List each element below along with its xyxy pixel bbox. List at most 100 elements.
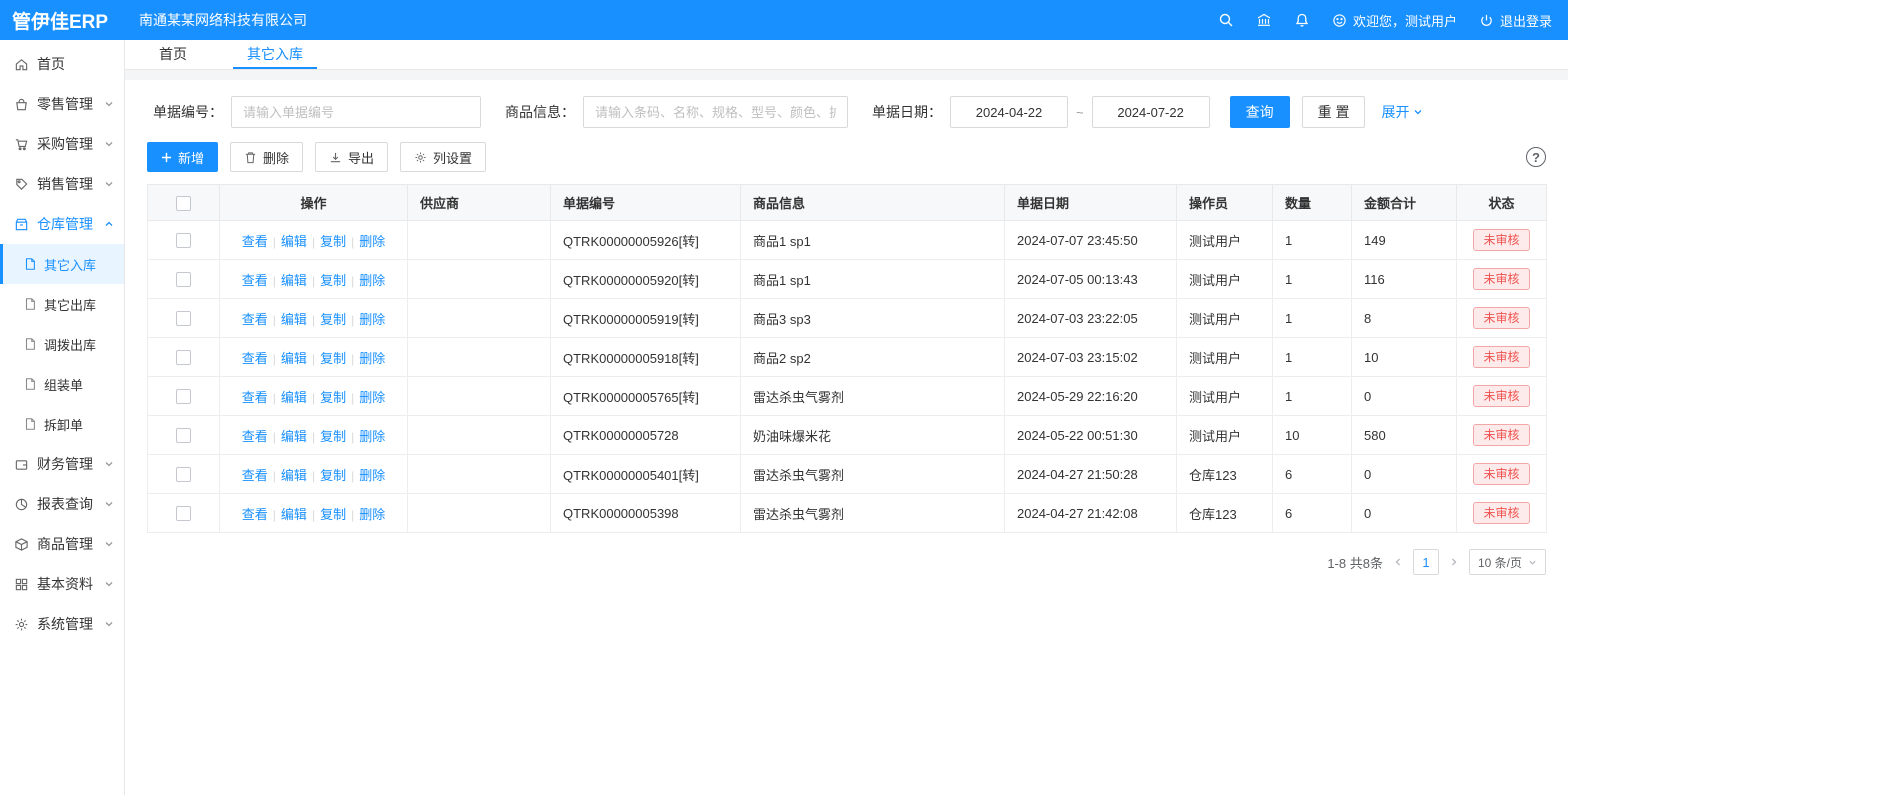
- chevron-down-icon: [104, 499, 114, 509]
- edit-link[interactable]: 编辑: [281, 507, 307, 522]
- gear-icon: [414, 151, 427, 164]
- edit-link[interactable]: 编辑: [281, 312, 307, 327]
- document-icon: [23, 417, 37, 431]
- copy-link[interactable]: 复制: [320, 429, 346, 444]
- search-button[interactable]: 查询: [1230, 96, 1290, 128]
- column-settings-button[interactable]: 列设置: [400, 142, 486, 172]
- sidebar-item-retail[interactable]: 零售管理: [0, 84, 124, 124]
- tab-other-inbound[interactable]: 其它入库: [233, 40, 317, 69]
- edit-link[interactable]: 编辑: [281, 390, 307, 405]
- qty-cell: 1: [1273, 377, 1352, 416]
- view-link[interactable]: 查看: [242, 351, 268, 366]
- help-icon[interactable]: ?: [1526, 147, 1546, 167]
- row-checkbox[interactable]: [176, 506, 191, 521]
- row-delete-link[interactable]: 删除: [359, 468, 385, 483]
- logout-button[interactable]: 退出登录: [1479, 11, 1552, 30]
- sidebar-item-reports[interactable]: 报表查询: [0, 484, 124, 524]
- edit-link[interactable]: 编辑: [281, 234, 307, 249]
- date-start-input[interactable]: [950, 96, 1068, 128]
- row-delete-link[interactable]: 删除: [359, 429, 385, 444]
- tab-bar: 首页 其它入库: [125, 40, 1568, 70]
- edit-link[interactable]: 编辑: [281, 351, 307, 366]
- row-delete-link[interactable]: 删除: [359, 507, 385, 522]
- expand-link[interactable]: 展开: [1381, 102, 1423, 122]
- edit-link[interactable]: 编辑: [281, 273, 307, 288]
- edit-link[interactable]: 编辑: [281, 468, 307, 483]
- operator-cell: 测试用户: [1177, 338, 1273, 377]
- row-delete-link[interactable]: 删除: [359, 390, 385, 405]
- view-link[interactable]: 查看: [242, 507, 268, 522]
- chevron-up-icon: [104, 219, 114, 229]
- sidebar-item-basic-data[interactable]: 基本资料: [0, 564, 124, 604]
- product-cell: 商品1 sp1: [741, 260, 1005, 299]
- view-link[interactable]: 查看: [242, 390, 268, 405]
- action-separator: |: [273, 235, 276, 249]
- export-icon: [329, 151, 342, 164]
- row-delete-link[interactable]: 删除: [359, 351, 385, 366]
- sidebar-item-other-outbound[interactable]: 其它出库: [0, 284, 124, 324]
- row-checkbox[interactable]: [176, 272, 191, 287]
- select-all-checkbox[interactable]: [176, 196, 191, 211]
- row-checkbox[interactable]: [176, 428, 191, 443]
- row-delete-link[interactable]: 删除: [359, 273, 385, 288]
- sidebar-item-label: 首页: [37, 54, 65, 74]
- product-info-input[interactable]: [583, 96, 848, 128]
- sidebar-item-home[interactable]: 首页: [0, 44, 124, 84]
- row-checkbox[interactable]: [176, 233, 191, 248]
- home-icon: [14, 57, 29, 72]
- reset-button[interactable]: 重 置: [1302, 96, 1366, 128]
- sidebar-item-warehouse[interactable]: 仓库管理: [0, 204, 124, 244]
- search-icon[interactable]: [1218, 12, 1234, 28]
- row-checkbox[interactable]: [176, 389, 191, 404]
- bell-icon[interactable]: [1294, 12, 1310, 28]
- sidebar-item-assembly[interactable]: 组装单: [0, 364, 124, 404]
- sidebar-item-system[interactable]: 系统管理: [0, 604, 124, 644]
- sidebar-item-sales[interactable]: 销售管理: [0, 164, 124, 204]
- bill-no-input[interactable]: [231, 96, 481, 128]
- bank-icon[interactable]: [1256, 12, 1272, 28]
- view-link[interactable]: 查看: [242, 468, 268, 483]
- sidebar-item-finance[interactable]: 财务管理: [0, 444, 124, 484]
- supplier-cell: [408, 416, 551, 455]
- add-label: 新增: [178, 148, 204, 167]
- add-button[interactable]: 新增: [147, 142, 218, 172]
- view-link[interactable]: 查看: [242, 234, 268, 249]
- sidebar-item-purchase[interactable]: 采购管理: [0, 124, 124, 164]
- tab-home[interactable]: 首页: [157, 40, 189, 69]
- copy-link[interactable]: 复制: [320, 507, 346, 522]
- page-size-select[interactable]: 10 条/页: [1469, 549, 1546, 575]
- copy-link[interactable]: 复制: [320, 351, 346, 366]
- copy-link[interactable]: 复制: [320, 234, 346, 249]
- copy-link[interactable]: 复制: [320, 312, 346, 327]
- col-header-product: 商品信息: [741, 185, 1005, 221]
- current-page[interactable]: 1: [1413, 549, 1439, 575]
- date-end-input[interactable]: [1092, 96, 1210, 128]
- product-info-label: 商品信息：: [505, 102, 575, 122]
- action-separator: |: [312, 508, 315, 522]
- sidebar-item-disassembly[interactable]: 拆卸单: [0, 404, 124, 444]
- row-delete-link[interactable]: 删除: [359, 234, 385, 249]
- cart-icon: [14, 137, 29, 152]
- welcome-user[interactable]: 欢迎您，测试用户: [1332, 11, 1457, 30]
- export-button[interactable]: 导出: [315, 142, 388, 172]
- row-checkbox[interactable]: [176, 311, 191, 326]
- row-checkbox[interactable]: [176, 350, 191, 365]
- sidebar-item-products[interactable]: 商品管理: [0, 524, 124, 564]
- edit-link[interactable]: 编辑: [281, 429, 307, 444]
- copy-link[interactable]: 复制: [320, 390, 346, 405]
- copy-link[interactable]: 复制: [320, 468, 346, 483]
- delete-button[interactable]: 删除: [230, 142, 303, 172]
- sidebar-item-other-inbound[interactable]: 其它入库: [0, 244, 124, 284]
- row-checkbox[interactable]: [176, 467, 191, 482]
- prev-page-button[interactable]: [1393, 557, 1403, 567]
- action-separator: |: [273, 508, 276, 522]
- copy-link[interactable]: 复制: [320, 273, 346, 288]
- next-page-button[interactable]: [1449, 557, 1459, 567]
- view-link[interactable]: 查看: [242, 429, 268, 444]
- pagination-total: 1-8 共8条: [1327, 553, 1383, 572]
- view-link[interactable]: 查看: [242, 273, 268, 288]
- view-link[interactable]: 查看: [242, 312, 268, 327]
- sidebar-item-transfer-outbound[interactable]: 调拨出库: [0, 324, 124, 364]
- row-delete-link[interactable]: 删除: [359, 312, 385, 327]
- sidebar-item-label: 销售管理: [37, 174, 93, 194]
